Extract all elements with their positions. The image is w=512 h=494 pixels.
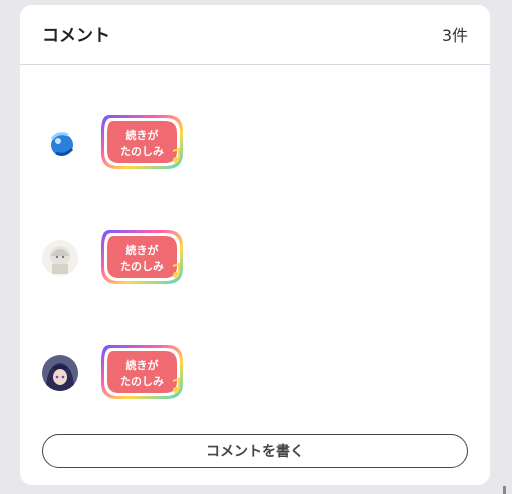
comment-card: コメント 3件 続きが たのしみ 続きが たのしみ 続きが たのしみ コメントを… (20, 5, 490, 485)
sticker-looking-forward-icon: 続きが たのしみ (95, 226, 187, 292)
sticker-text-line2: たのしみ (120, 375, 164, 388)
avatar-white-hair-character-icon[interactable] (42, 240, 78, 276)
sticker-text-line2: たのしみ (120, 260, 164, 273)
scrollbar-thumb[interactable] (503, 486, 506, 494)
comment-header: コメント 3件 (20, 5, 490, 65)
write-comment-button[interactable]: コメントを書く (42, 434, 468, 468)
comment-item: 続きが たのしみ (20, 305, 490, 399)
avatar-blue-orb-icon[interactable] (42, 125, 78, 161)
sticker-text-line2: たのしみ (120, 145, 164, 158)
comment-title: コメント (42, 26, 110, 46)
comment-item: 続きが たのしみ (20, 190, 490, 284)
comment-item: 続きが たのしみ (20, 75, 490, 169)
avatar-dark-hair-character-icon[interactable] (42, 355, 78, 391)
comment-count: 3件 (441, 26, 468, 45)
sticker-text-line1: 続きが (126, 358, 159, 372)
sticker-looking-forward-icon: 続きが たのしみ (95, 341, 187, 407)
sticker-looking-forward-icon: 続きが たのしみ (95, 111, 187, 177)
sticker-text-line1: 続きが (126, 243, 159, 257)
sticker-text-line1: 続きが (126, 128, 159, 142)
